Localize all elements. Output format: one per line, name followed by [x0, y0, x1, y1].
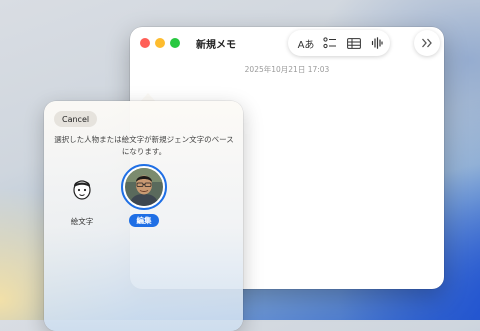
maximize-window-button[interactable]	[170, 38, 180, 48]
emoji-face-icon[interactable]	[64, 171, 100, 207]
audio-waveform-icon[interactable]	[370, 35, 384, 51]
format-toolbar: Aあ	[288, 30, 390, 56]
text-format-button[interactable]: Aあ	[296, 35, 316, 51]
close-window-button[interactable]	[140, 38, 150, 48]
minimize-window-button[interactable]	[155, 38, 165, 48]
person-avatar	[125, 168, 163, 206]
checklist-icon[interactable]	[322, 35, 338, 51]
person-photo-option[interactable]	[121, 164, 167, 210]
note-date: 2025年10月21日 17:03	[244, 65, 330, 74]
edit-photo-button[interactable]: 編集	[129, 214, 159, 227]
cancel-button[interactable]: Cancel	[54, 111, 98, 127]
more-chevrons-icon[interactable]	[414, 30, 440, 56]
emoji-option-label: 絵文字	[70, 217, 94, 226]
table-icon[interactable]	[346, 35, 362, 51]
genmoji-popover: Cancel 選択した人物または絵文字が新規ジェン文字のベースになります。 絵文…	[44, 101, 243, 331]
window-title: 新規メモ	[196, 40, 236, 51]
popover-message: 選択した人物または絵文字が新規ジェン文字のベースになります。	[54, 135, 234, 156]
